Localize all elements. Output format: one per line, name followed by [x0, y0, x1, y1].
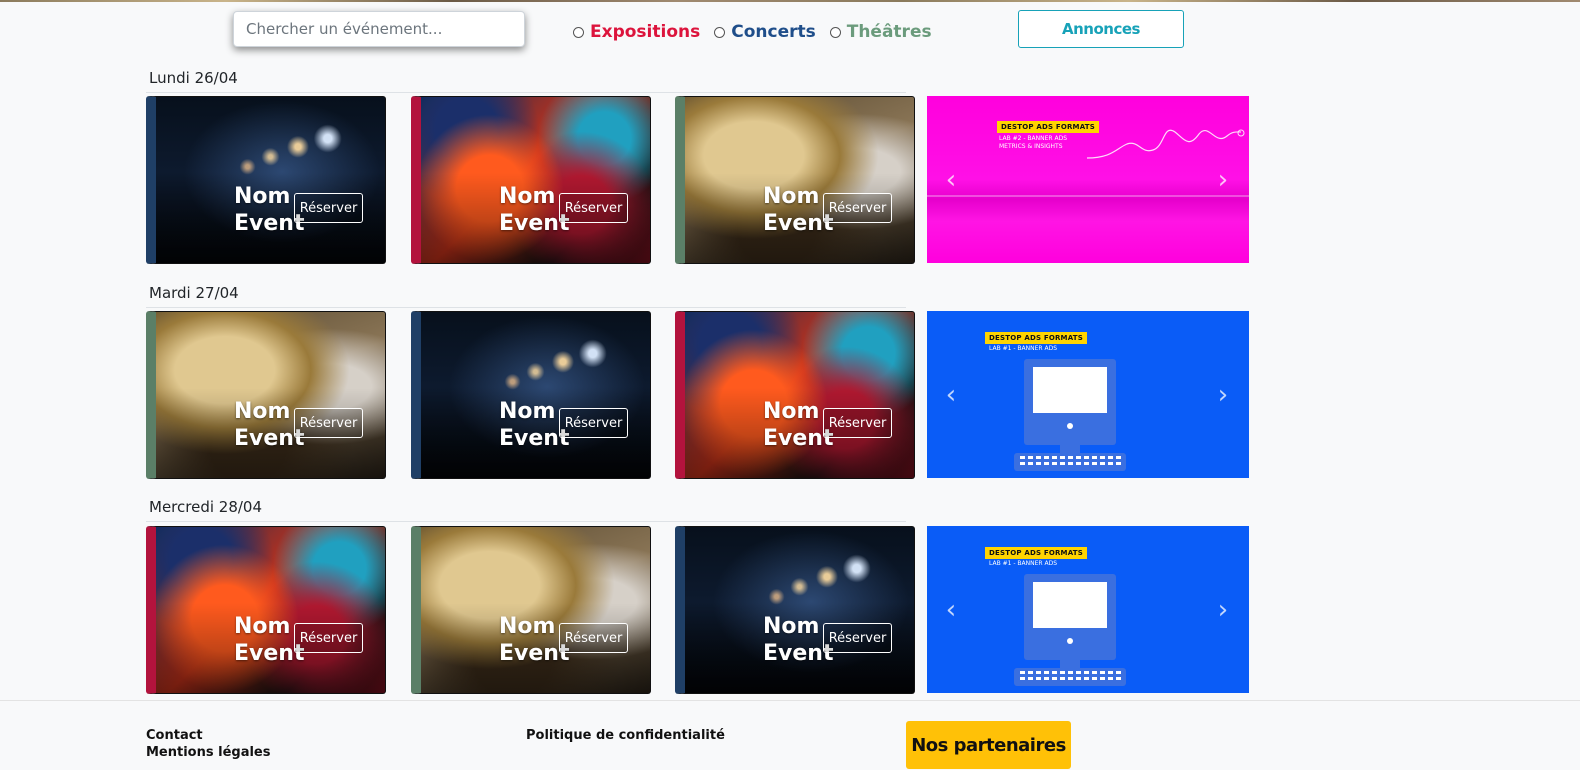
category-filters: Expositions Concerts Théâtres: [573, 20, 946, 44]
ad-tag: DESTOP ADS FORMATS: [997, 121, 1100, 133]
reserve-button[interactable]: Réserver: [294, 408, 363, 438]
annonces-button[interactable]: Annonces: [1018, 10, 1184, 48]
divider: [146, 521, 906, 522]
ad-subtitle: LAB #2 - BANNER ADS: [999, 135, 1068, 142]
computer-icon: [1014, 359, 1126, 471]
event-card[interactable]: Nom Event Réserver: [675, 526, 915, 694]
radio-icon[interactable]: [573, 26, 584, 38]
privacy-policy-link[interactable]: Politique de confidentialité: [526, 728, 725, 743]
chevron-right-icon[interactable]: ›: [1211, 596, 1235, 624]
chevron-right-icon[interactable]: ›: [1211, 166, 1235, 194]
chevron-right-icon[interactable]: ›: [1211, 381, 1235, 409]
mentions-legales-link[interactable]: Mentions légales: [146, 745, 271, 760]
day-heading: Lundi 26/04: [149, 69, 238, 87]
chevron-left-icon[interactable]: ‹: [939, 166, 963, 194]
event-card[interactable]: Nom Event Réserver: [146, 96, 386, 264]
reserve-button[interactable]: Réserver: [559, 193, 628, 223]
event-card[interactable]: Nom Event Réserver: [146, 526, 386, 694]
chevron-left-icon[interactable]: ‹: [939, 596, 963, 624]
footer-divider: [0, 700, 1580, 701]
ad-subtitle: LAB #1 - BANNER ADS: [989, 345, 1058, 352]
filter-label: Théâtres: [846, 22, 932, 42]
event-card[interactable]: Nom Event Réserver: [411, 526, 651, 694]
partners-button[interactable]: Nos partenaires: [906, 721, 1071, 769]
reserve-button[interactable]: Réserver: [294, 623, 363, 653]
ad-tag: DESTOP ADS FORMATS: [985, 547, 1088, 559]
ad-subtitle: LAB #1 - BANNER ADS: [989, 560, 1058, 567]
reserve-button[interactable]: Réserver: [823, 623, 892, 653]
filter-label: Expositions: [590, 22, 701, 42]
contact-link[interactable]: Contact: [146, 728, 203, 743]
top-image-strip: [0, 0, 1580, 2]
reserve-button[interactable]: Réserver: [559, 408, 628, 438]
ad-carousel[interactable]: DESTOP ADS FORMATS LAB #2 - BANNER ADS M…: [927, 96, 1249, 263]
reserve-button[interactable]: Réserver: [294, 193, 363, 223]
day-heading: Mardi 27/04: [149, 284, 239, 302]
event-card[interactable]: Nom Event Réserver: [146, 311, 386, 479]
filter-concerts[interactable]: Concerts: [714, 22, 816, 42]
reserve-button[interactable]: Réserver: [823, 193, 892, 223]
chevron-left-icon[interactable]: ‹: [939, 381, 963, 409]
event-card[interactable]: Nom Event Réserver: [411, 96, 651, 264]
filter-theatres[interactable]: Théâtres: [829, 22, 932, 42]
event-card[interactable]: Nom Event Réserver: [675, 96, 915, 264]
ad-carousel[interactable]: DESTOP ADS FORMATS LAB #1 - BANNER ADS ‹…: [927, 526, 1249, 693]
ad-carousel[interactable]: DESTOP ADS FORMATS LAB #1 - BANNER ADS ‹…: [927, 311, 1249, 478]
filter-label: Concerts: [731, 22, 816, 42]
reserve-button[interactable]: Réserver: [559, 623, 628, 653]
event-card[interactable]: Nom Event Réserver: [675, 311, 915, 479]
radio-icon[interactable]: [829, 26, 841, 38]
reserve-button[interactable]: Réserver: [823, 408, 892, 438]
day-heading: Mercredi 28/04: [149, 498, 263, 516]
ad-tag: DESTOP ADS FORMATS: [985, 332, 1088, 344]
ad-subtitle: METRICS & INSIGHTS: [999, 143, 1063, 150]
search-input[interactable]: [233, 11, 525, 47]
radio-icon[interactable]: [714, 26, 726, 38]
divider: [146, 92, 906, 93]
event-card[interactable]: Nom Event Réserver: [411, 311, 651, 479]
filter-expositions[interactable]: Expositions: [573, 22, 700, 42]
computer-icon: [1014, 574, 1126, 686]
divider: [146, 307, 906, 308]
